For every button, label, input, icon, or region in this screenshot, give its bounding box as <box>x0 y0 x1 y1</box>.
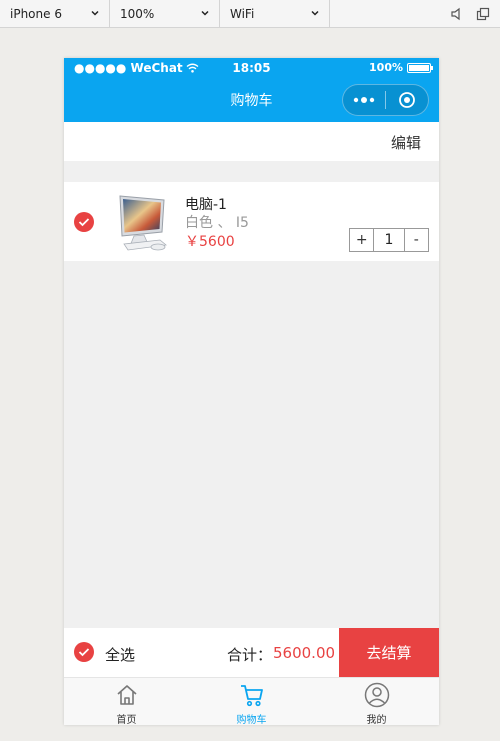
select-all-checkbox[interactable] <box>74 642 94 662</box>
edit-bar: 编辑 <box>64 122 439 161</box>
check-icon <box>78 218 90 227</box>
zoom-select[interactable]: 100% <box>110 0 220 27</box>
tab-mine[interactable]: 我的 <box>314 678 439 725</box>
nav-bar: 购物车 <box>64 78 439 122</box>
tab-mine-label: 我的 <box>366 715 387 725</box>
target-close-icon <box>399 92 415 108</box>
tab-home[interactable]: 首页 <box>64 678 189 725</box>
simulator-toolbar: iPhone 6 100% WiFi <box>0 0 500 28</box>
product-price: ￥5600 <box>185 234 235 250</box>
chevron-down-icon <box>311 10 319 16</box>
check-icon <box>78 648 90 657</box>
home-icon <box>117 685 137 705</box>
select-all-label[interactable]: 全选 <box>105 644 135 665</box>
total-label: 合计： <box>227 646 273 664</box>
more-dots-icon <box>353 97 375 103</box>
cart-icon <box>241 685 263 707</box>
chevron-down-icon <box>201 10 209 16</box>
tab-cart-label: 购物车 <box>236 715 267 725</box>
close-miniprogram-button[interactable] <box>386 85 428 115</box>
item-checkbox[interactable] <box>74 212 94 232</box>
phone-screen: ●●●●● WeChat 18:05 100% 购物车 编辑 电脑-1 白色 、… <box>64 58 439 725</box>
product-image[interactable] <box>114 192 170 252</box>
speaker-mute-icon <box>451 7 460 20</box>
user-icon <box>364 682 390 708</box>
network-select[interactable]: WiFi <box>220 0 330 27</box>
capsule-menu <box>342 84 429 116</box>
detach-window-button[interactable] <box>472 0 494 27</box>
edit-button[interactable]: 编辑 <box>391 132 421 153</box>
device-select-value: iPhone 6 <box>10 6 62 21</box>
product-name: 电脑-1 <box>185 197 227 213</box>
total-amount: 5600.00 <box>273 644 336 662</box>
popout-icon <box>476 7 490 20</box>
battery-percent: 100% <box>369 61 403 74</box>
quantity-stepper: + 1 - <box>349 228 429 252</box>
more-button[interactable] <box>343 85 385 115</box>
checkout-bar: 全选 合计： 5600.00 去结算 <box>64 628 439 677</box>
zoom-select-value: 100% <box>120 6 155 21</box>
checkout-button[interactable]: 去结算 <box>339 628 439 677</box>
quantity-value[interactable]: 1 <box>373 229 405 251</box>
tab-home-label: 首页 <box>116 715 137 725</box>
status-bar: ●●●●● WeChat 18:05 100% <box>64 58 439 78</box>
network-select-value: WiFi <box>230 6 255 21</box>
tab-cart[interactable]: 购物车 <box>189 678 314 725</box>
decrease-button[interactable]: - <box>405 229 428 251</box>
mute-button[interactable] <box>446 0 468 27</box>
increase-button[interactable]: + <box>350 229 373 251</box>
tab-bar: 首页 购物车 我的 <box>64 677 439 725</box>
chevron-down-icon <box>91 10 99 16</box>
cart-item: 电脑-1 白色 、 I5 ￥5600 + 1 - <box>64 182 439 261</box>
battery-icon <box>407 62 433 73</box>
device-select[interactable]: iPhone 6 <box>0 0 110 27</box>
product-spec: 白色 、 I5 <box>185 215 249 231</box>
